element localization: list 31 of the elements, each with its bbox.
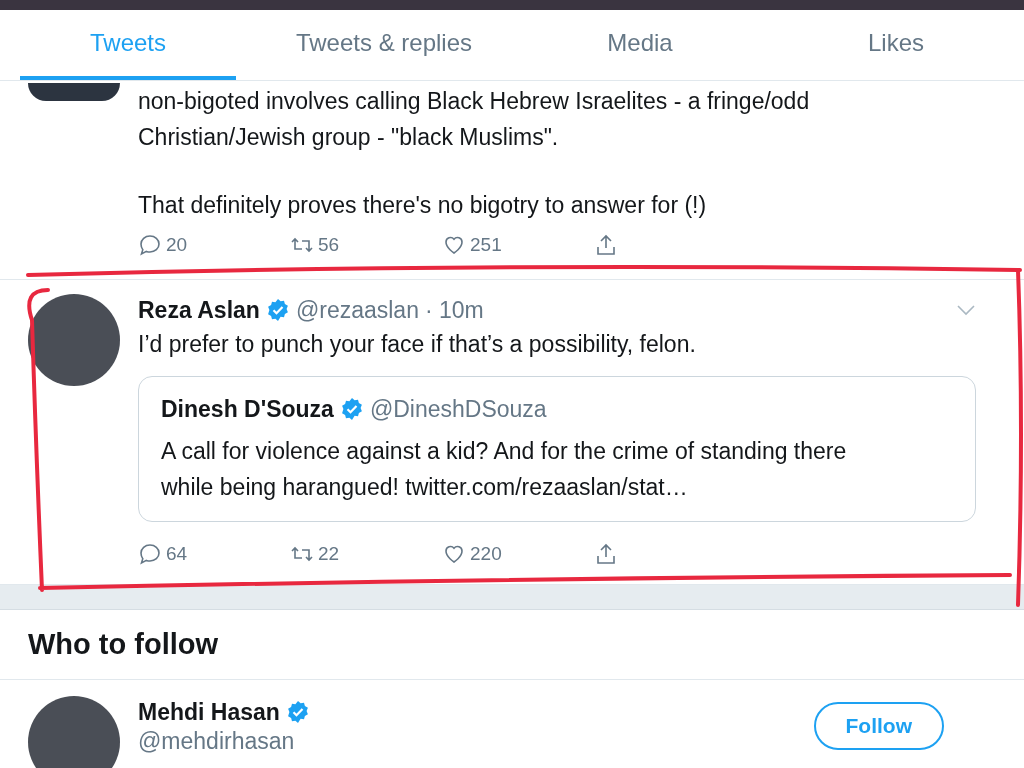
profile-tab[interactable]: Media — [532, 10, 748, 80]
section-title: Who to follow — [0, 610, 1024, 680]
follow-button[interactable]: Follow — [813, 702, 944, 750]
avatar[interactable] — [28, 83, 120, 101]
tweet-time: · 10m — [424, 296, 484, 324]
retweet-count: 22 — [318, 543, 340, 565]
avatar[interactable] — [28, 696, 120, 768]
reply-icon[interactable] — [138, 542, 162, 566]
retweet-count: 56 — [318, 234, 340, 256]
author-handle[interactable]: @rezaaslan — [295, 296, 419, 324]
reply-count: 64 — [166, 543, 188, 565]
author-name[interactable]: Dinesh D'Souza — [161, 395, 334, 423]
share-icon[interactable] — [594, 542, 618, 566]
reply-icon[interactable] — [138, 233, 162, 257]
author-handle[interactable]: @DineshDSouza — [369, 395, 547, 423]
tweet-text: non-bigoted involves calling Black Hebrew Israelites - a fringe/odd — [138, 87, 811, 116]
tweet-text: That definitely proves there's no bigotry to answer for (!) — [138, 191, 708, 220]
quoted-text: A call for violence against a kid? And for the crime of standing there while being harangued! twitter.com/rezaaslan/stat… — [161, 437, 848, 502]
account-handle[interactable]: @mehdirhasan — [138, 728, 796, 755]
reply-count: 20 — [166, 234, 188, 256]
tweet-text: I’d prefer to punch your face if that’s a possibility, felon. — [138, 330, 697, 359]
author-name[interactable]: Reza Aslan — [138, 296, 260, 324]
profile-tab[interactable]: Tweets & replies — [276, 10, 492, 80]
tweet-text: Christian/Jewish group - "black Muslims". — [138, 123, 560, 152]
share-icon[interactable] — [594, 233, 618, 257]
profile-tab[interactable]: Tweets — [20, 10, 236, 80]
account-name[interactable]: Mehdi Hasan — [138, 698, 280, 726]
profile-tab[interactable]: Likes — [788, 10, 1004, 80]
quoted-tweet[interactable]: Dinesh D'Souza @DineshDSouza A call for violence against a kid? And for the crime of standing there while being harangued! twitter.com/rezaaslan/stat… — [138, 376, 976, 522]
like-count: 251 — [470, 234, 502, 256]
like-count: 220 — [470, 543, 502, 565]
